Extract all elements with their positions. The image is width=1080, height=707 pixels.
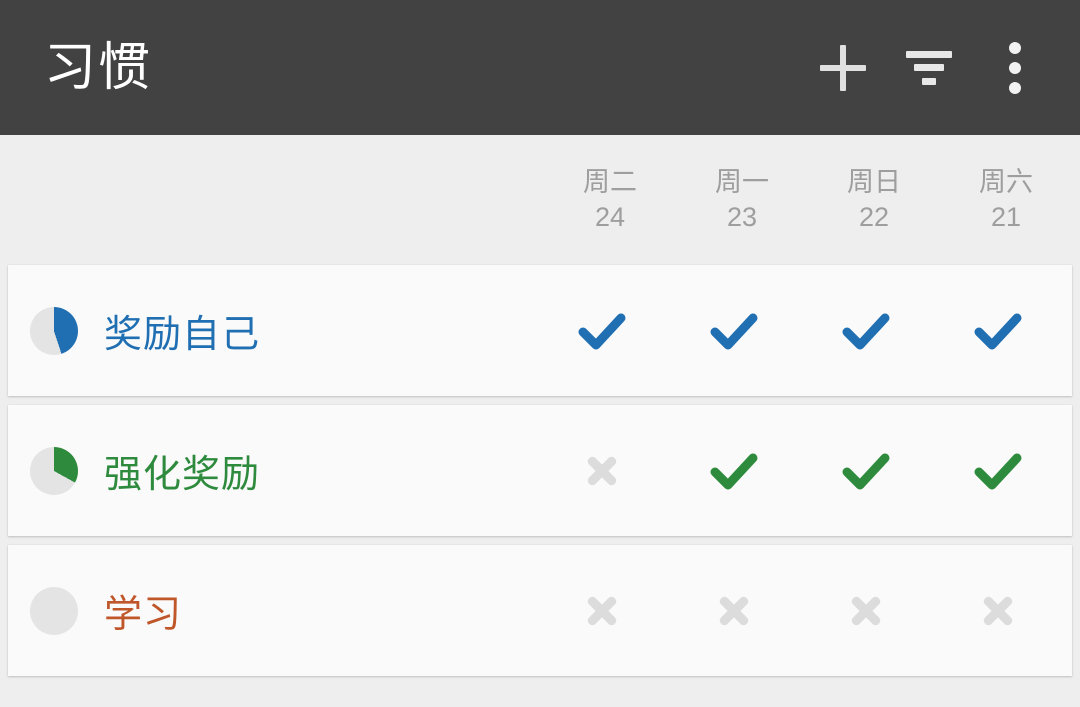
habit-progress-ring[interactable] bbox=[30, 446, 78, 495]
check-icon bbox=[971, 444, 1025, 498]
habit-label-group[interactable]: 学习 bbox=[30, 583, 536, 638]
date-weekday: 周二 bbox=[583, 167, 637, 198]
date-column-0[interactable]: 周二 24 bbox=[544, 165, 676, 234]
habit-progress-ring[interactable] bbox=[30, 306, 78, 355]
habit-marks bbox=[536, 444, 1072, 498]
close-icon bbox=[981, 594, 1015, 628]
date-weekday: 周一 bbox=[715, 167, 769, 198]
close-icon bbox=[717, 594, 751, 628]
status-cell[interactable] bbox=[668, 444, 800, 498]
status-cell[interactable] bbox=[668, 304, 800, 358]
status-cell[interactable] bbox=[932, 304, 1064, 358]
table-row[interactable]: 强化奖励 bbox=[8, 405, 1072, 536]
close-icon bbox=[585, 454, 619, 488]
status-cell[interactable] bbox=[932, 594, 1064, 628]
overflow-menu-button[interactable] bbox=[972, 25, 1058, 111]
plus-icon bbox=[820, 45, 866, 91]
date-day: 24 bbox=[594, 202, 626, 232]
date-column-1[interactable]: 周一 23 bbox=[676, 165, 808, 234]
habit-name: 强化奖励 bbox=[104, 454, 261, 496]
habit-name: 学习 bbox=[104, 594, 183, 636]
status-cell[interactable] bbox=[932, 444, 1064, 498]
habit-name: 奖励自己 bbox=[104, 314, 261, 356]
habit-label-group[interactable]: 奖励自己 bbox=[30, 303, 536, 358]
habit-progress-ring[interactable] bbox=[30, 586, 78, 635]
check-icon bbox=[839, 444, 893, 498]
status-cell[interactable] bbox=[800, 594, 932, 628]
table-row[interactable]: 学习 bbox=[8, 545, 1072, 676]
table-row[interactable]: 奖励自己 bbox=[8, 265, 1072, 396]
habit-list: 奖励自己 强化奖励 学习 bbox=[0, 265, 1080, 676]
check-icon bbox=[707, 444, 761, 498]
date-column-3[interactable]: 周六 21 bbox=[940, 165, 1072, 234]
page-title: 习惯 bbox=[44, 38, 153, 97]
status-cell[interactable] bbox=[800, 304, 932, 358]
date-column-2[interactable]: 周日 22 bbox=[808, 165, 940, 234]
check-icon bbox=[971, 304, 1025, 358]
close-icon bbox=[585, 594, 619, 628]
close-icon bbox=[849, 594, 883, 628]
app-toolbar: 习惯 bbox=[0, 0, 1080, 135]
more-vertical-icon bbox=[1009, 41, 1021, 94]
habit-label-group[interactable]: 强化奖励 bbox=[30, 443, 536, 498]
date-weekday: 周日 bbox=[847, 167, 901, 198]
status-cell[interactable] bbox=[668, 594, 800, 628]
date-day: 22 bbox=[858, 202, 890, 232]
date-day: 21 bbox=[990, 202, 1022, 232]
date-day: 23 bbox=[726, 202, 758, 232]
add-habit-button[interactable] bbox=[800, 25, 886, 111]
habit-marks bbox=[536, 304, 1072, 358]
date-weekday: 周六 bbox=[979, 167, 1033, 198]
filter-icon bbox=[906, 50, 952, 85]
check-icon bbox=[707, 304, 761, 358]
status-cell[interactable] bbox=[536, 594, 668, 628]
check-icon bbox=[575, 304, 629, 358]
status-cell[interactable] bbox=[536, 444, 668, 498]
status-cell[interactable] bbox=[800, 444, 932, 498]
habit-marks bbox=[536, 594, 1072, 628]
filter-button[interactable] bbox=[886, 25, 972, 111]
date-header-row: 周二 24 周一 23 周日 22 周六 21 bbox=[0, 135, 1080, 265]
check-icon bbox=[839, 304, 893, 358]
status-cell[interactable] bbox=[536, 304, 668, 358]
